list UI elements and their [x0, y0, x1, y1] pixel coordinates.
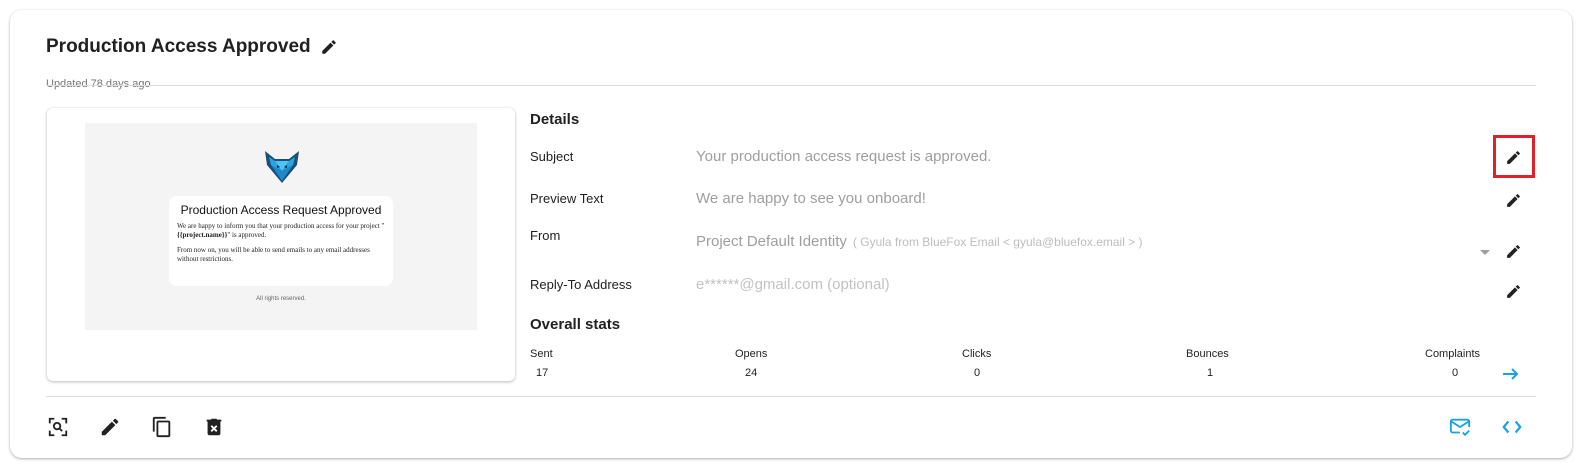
- preview-text-segment: We are happy to inform you that your pro…: [177, 222, 385, 230]
- email-template-card: Production Access Approved Updated 78 da…: [10, 10, 1572, 458]
- divider: [46, 85, 1536, 86]
- stat-sent-value: 17: [536, 367, 549, 379]
- subject-label: Subject: [530, 149, 574, 164]
- preview-footer: All rights reserved.: [256, 296, 306, 302]
- title-row: Production Access Approved: [46, 36, 1536, 58]
- from-label: From: [530, 228, 561, 243]
- trash-icon: [206, 418, 222, 436]
- delete-button[interactable]: [202, 415, 226, 439]
- preview-mail-title: Production Access Request Approved: [180, 203, 382, 217]
- send-test-email-button[interactable]: [1448, 415, 1472, 439]
- preview-zoom-button[interactable]: [46, 415, 70, 439]
- preview-text-label: Preview Text: [530, 191, 604, 206]
- highlight-box: [1493, 135, 1535, 178]
- stat-clicks-value: 0: [974, 367, 981, 379]
- mail-check-icon: [1449, 418, 1471, 437]
- stat-bounces-value: 1: [1207, 367, 1214, 379]
- overall-stats-heading: Overall stats: [530, 316, 621, 333]
- divider: [46, 396, 1536, 397]
- from-select[interactable]: Project Default Identity ( Gyula from Blu…: [696, 233, 1143, 250]
- stat-opens-label: Opens: [735, 348, 768, 360]
- pencil-icon: [321, 40, 336, 54]
- preview-mail-body: Production Access Request Approved We ar…: [169, 196, 393, 286]
- stat-bounces-label: Bounces: [1186, 348, 1229, 360]
- preview-paragraph-1: We are happy to inform you that your pro…: [177, 222, 385, 240]
- subject-value[interactable]: Your production access request is approv…: [696, 148, 991, 165]
- edit-preview-text-button[interactable]: [1504, 191, 1522, 209]
- edit-from-button[interactable]: [1504, 242, 1522, 260]
- stat-complaints-value: 0: [1452, 367, 1459, 379]
- stat-sent-label: Sent: [530, 348, 553, 360]
- pencil-icon: [101, 418, 119, 436]
- copy-icon: [152, 416, 171, 438]
- from-identity-detail: ( Gyula from BlueFox Email < gyula@bluef…: [852, 235, 1143, 249]
- preview-text-value[interactable]: We are happy to see you onboard!: [696, 190, 926, 207]
- edit-reply-to-button[interactable]: [1504, 282, 1522, 300]
- arrow-right-icon[interactable]: [1502, 367, 1520, 381]
- chevron-down-icon[interactable]: [1479, 246, 1491, 258]
- details-panel: Details Subject Your production access r…: [530, 108, 1535, 398]
- stat-clicks-label: Clicks: [962, 348, 992, 360]
- stat-opens-value: 24: [745, 367, 758, 379]
- duplicate-button[interactable]: [150, 415, 174, 439]
- email-preview-thumbnail[interactable]: Production Access Request Approved We ar…: [47, 108, 515, 381]
- zoom-search-icon: [48, 417, 68, 437]
- preview-project-variable: {{project.name}}: [177, 231, 228, 239]
- header: Production Access Approved Updated 78 da…: [46, 36, 1536, 90]
- preview-text-segment: " is approved.: [227, 231, 267, 239]
- view-code-button[interactable]: [1500, 415, 1524, 439]
- reply-to-label: Reply-To Address: [530, 277, 632, 292]
- preview-mail-text: We are happy to inform you that your pro…: [177, 222, 385, 264]
- details-heading: Details: [530, 111, 580, 128]
- pencil-icon: [1506, 284, 1520, 298]
- code-icon: [1502, 420, 1522, 434]
- page-title: Production Access Approved: [46, 36, 311, 57]
- updated-timestamp: Updated 78 days ago: [46, 78, 151, 90]
- edit-title-button[interactable]: [320, 38, 338, 56]
- preview-paragraph-2: From now on, you will be able to send em…: [177, 246, 370, 263]
- stat-complaints-label: Complaints: [1425, 348, 1481, 360]
- bluefox-logo-icon: [265, 151, 299, 183]
- from-value: Project Default Identity: [696, 233, 847, 250]
- preview-canvas: Production Access Request Approved We ar…: [85, 123, 477, 330]
- edit-template-button[interactable]: [98, 415, 122, 439]
- pencil-icon: [1506, 244, 1520, 258]
- pencil-icon: [1506, 193, 1520, 207]
- reply-to-input[interactable]: e******@gmail.com (optional): [696, 276, 890, 293]
